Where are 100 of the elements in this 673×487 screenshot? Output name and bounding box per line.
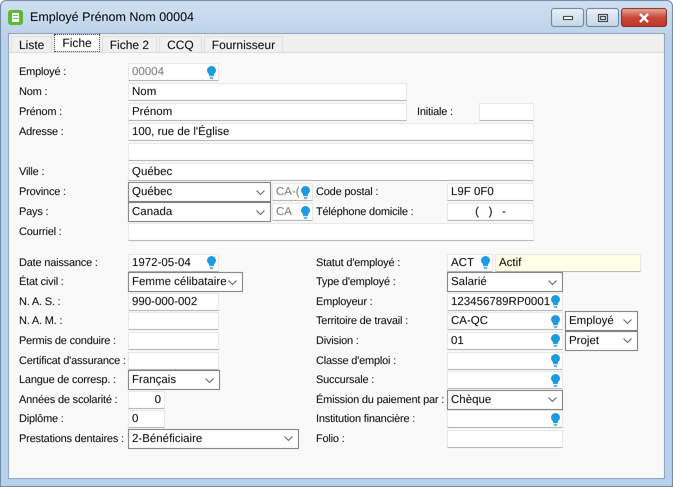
field-label: Nom : <box>19 86 48 98</box>
dropdown[interactable]: Projet <box>565 330 638 351</box>
dropdown[interactable]: 2-Bénéficiaire <box>128 428 299 449</box>
text-field[interactable] <box>447 430 563 448</box>
maximize-button[interactable] <box>586 8 619 27</box>
dropdown[interactable]: Femme célibataire <box>128 272 243 292</box>
text-field[interactable] <box>128 312 219 330</box>
chevron-down-icon <box>256 190 265 194</box>
window-title: Employé Prénom Nom 00004 <box>30 10 194 24</box>
chevron-down-icon <box>284 436 293 442</box>
lightbulb-icon[interactable] <box>551 374 560 387</box>
text-field[interactable] <box>128 332 219 350</box>
chevron-down-icon <box>228 280 237 285</box>
number-field[interactable]: 0 <box>128 390 165 409</box>
field-label: Province : <box>19 186 67 198</box>
lookup-field[interactable]: ACT <box>447 254 493 272</box>
lightbulb-icon[interactable] <box>301 206 310 218</box>
phone-field[interactable]: ( ) - <box>447 203 534 221</box>
field-label: Institution financière : <box>316 413 416 426</box>
field-label: Territoire de travail : <box>316 315 409 328</box>
text-field[interactable]: 100, rue de l'Église <box>128 123 534 141</box>
field-label: Division : <box>316 334 360 347</box>
app-icon <box>8 10 23 24</box>
text-field[interactable] <box>479 103 534 121</box>
text-field[interactable]: Nom <box>128 83 407 101</box>
text-field[interactable]: Prénom <box>128 103 407 121</box>
close-icon <box>638 12 650 22</box>
field-label: N. A. M. : <box>19 315 64 328</box>
field-label: Téléphone domicile : <box>316 206 415 218</box>
lightbulb-icon[interactable] <box>551 295 560 308</box>
field-label: Certificat d'assurance : <box>19 354 127 366</box>
dropdown[interactable]: Français <box>128 370 220 390</box>
description-field: Actif <box>495 254 641 272</box>
dropdown[interactable]: Chèque <box>447 390 563 410</box>
lightbulb-icon[interactable] <box>207 66 216 78</box>
field-label: Permis de conduire : <box>19 334 117 347</box>
field-label: N. A. S. : <box>19 296 62 308</box>
text-field[interactable]: 0 <box>128 410 165 428</box>
lightbulb-icon[interactable] <box>551 334 560 348</box>
text-field[interactable] <box>128 352 219 370</box>
field-label: Initiale : <box>417 106 454 118</box>
lightbulb-icon[interactable] <box>481 256 490 270</box>
field-label: Adresse : <box>19 126 65 138</box>
lightbulb-icon[interactable] <box>551 314 560 328</box>
field-label: Code postal : <box>316 186 380 198</box>
text-field[interactable] <box>128 223 534 241</box>
field-label: Pays : <box>19 206 50 218</box>
tab[interactable]: Fiche 2 <box>102 36 158 52</box>
restore-icon <box>598 14 608 22</box>
tab[interactable]: Liste <box>11 36 52 52</box>
dropdown[interactable]: Employé <box>565 311 638 332</box>
chevron-down-icon <box>548 397 557 402</box>
code-field[interactable]: 00004 <box>128 63 219 81</box>
lookup-field[interactable]: 01 <box>447 332 563 350</box>
minimize-icon <box>562 16 572 20</box>
minimize-button[interactable] <box>551 8 584 27</box>
lookup-field[interactable]: 1972-05-04 <box>128 254 219 272</box>
field-label: Ville : <box>19 166 46 178</box>
field-label: Classe d'emploi : <box>316 354 398 366</box>
code-field[interactable]: CA-( <box>272 183 313 201</box>
close-button[interactable] <box>621 8 667 27</box>
chevron-down-icon <box>623 318 632 324</box>
lookup-field[interactable] <box>447 352 563 370</box>
lookup-field[interactable]: 123456789RP0001 <box>447 292 563 311</box>
text-field[interactable]: 990-000-002 <box>128 292 219 311</box>
chevron-down-icon <box>205 378 214 383</box>
field-label: Type d'employé : <box>316 276 397 288</box>
lightbulb-icon[interactable] <box>551 354 560 367</box>
tab[interactable]: Fournisseur <box>204 36 284 52</box>
lightbulb-icon[interactable] <box>301 186 310 198</box>
field-label: Statut d'employé : <box>316 256 402 269</box>
field-label: Courriel : <box>19 226 63 238</box>
lightbulb-icon[interactable] <box>551 412 560 426</box>
field-label: Employeur : <box>316 296 374 308</box>
field-label: Succursale : <box>316 374 376 386</box>
field-label: Employé : <box>19 66 68 78</box>
dropdown[interactable]: Québec <box>128 182 271 202</box>
field-label: Émission du paiement par : <box>316 394 446 406</box>
text-field[interactable]: L9F 0F0 <box>447 183 534 201</box>
lookup-field[interactable]: CA-QC <box>447 312 563 330</box>
dropdown[interactable]: Salarié <box>447 272 563 292</box>
text-field[interactable]: Québec <box>128 163 534 181</box>
chevron-down-icon <box>623 338 632 344</box>
chevron-down-icon <box>548 280 557 285</box>
chevron-down-icon <box>256 210 265 214</box>
code-field[interactable]: CA <box>272 203 313 221</box>
field-label: Langue de corresp. : <box>19 374 117 386</box>
tab[interactable]: CCQ <box>159 36 202 52</box>
field-label: Années de scolarité : <box>19 394 119 406</box>
lookup-field[interactable] <box>447 410 563 428</box>
dropdown[interactable]: Canada <box>128 202 271 222</box>
field-label: Folio : <box>316 432 346 445</box>
field-label: Diplôme : <box>19 413 65 426</box>
field-label: Date naissance : <box>19 256 99 269</box>
text-field[interactable] <box>128 143 534 161</box>
lightbulb-icon[interactable] <box>207 256 216 270</box>
field-label: Prénom : <box>19 106 64 118</box>
lookup-field[interactable] <box>447 371 563 390</box>
field-label: Prestations dentaires : <box>19 432 125 445</box>
tab[interactable]: Fiche <box>54 34 100 52</box>
